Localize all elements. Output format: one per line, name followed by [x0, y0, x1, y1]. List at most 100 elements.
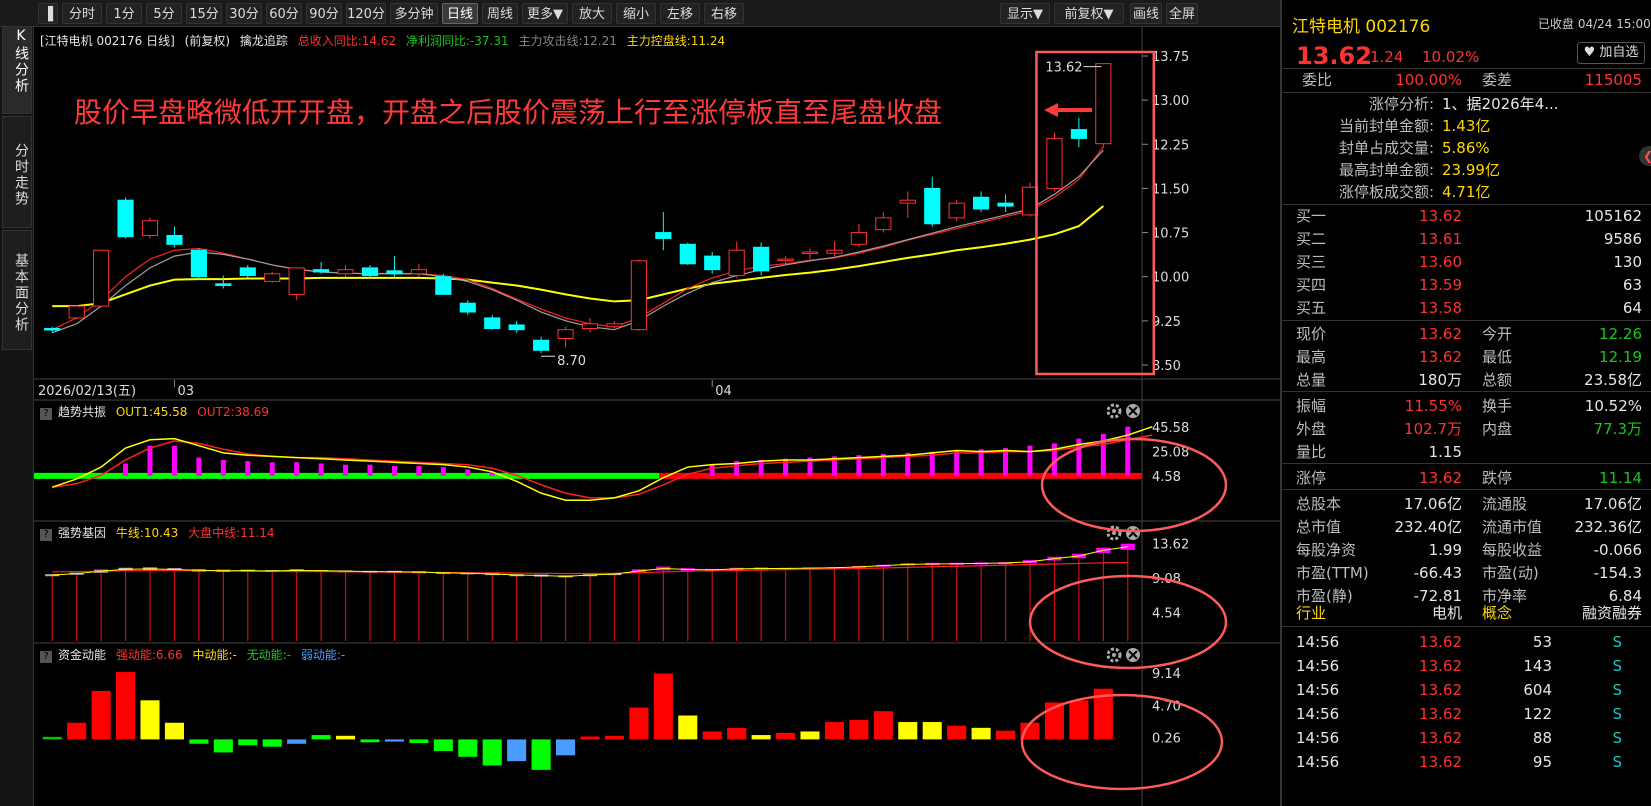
y-tick-label: 13.00 — [1152, 94, 1189, 109]
stat-value: 10.52% — [1584, 397, 1642, 415]
fund-momentum-panel: 9.144.700.26 — [42, 667, 1181, 770]
toolbar-right-button-3[interactable]: 全屏 — [1166, 3, 1198, 24]
y-tick-label: 13.75 — [1152, 50, 1189, 65]
bid-volume: 64 — [1622, 299, 1642, 317]
momentum-bar — [629, 707, 649, 740]
sub2-market: 大盘中线:11.14 — [188, 526, 275, 540]
quote-stat-row: 总量 180万 总额 23.58亿 — [1282, 368, 1651, 392]
settings-gear-icon[interactable] — [1106, 647, 1122, 663]
tick-row: 14:56 13.62 143 S — [1282, 654, 1651, 678]
bid-level-label: 买二 — [1296, 230, 1327, 248]
revenue-yoy: 总收入同比:14.62 — [297, 34, 397, 48]
y-tick-label: 9.14 — [1152, 667, 1181, 682]
industry-label: 行业 — [1296, 604, 1327, 622]
tick-side: S — [1612, 657, 1622, 675]
bid-price: 13.61 — [1419, 230, 1462, 248]
momentum-bar — [91, 690, 111, 740]
fundamental-row: 总股本 17.06亿 流通股 17.06亿 — [1282, 492, 1651, 516]
stat-label: 振幅 — [1296, 397, 1327, 415]
period-button-14[interactable]: 左移 — [660, 3, 700, 24]
period-button-4[interactable]: 30分 — [226, 3, 262, 24]
concept-label: 概念 — [1482, 604, 1513, 622]
help-icon[interactable]: ? — [40, 529, 52, 541]
sub2-name[interactable]: 强势基因 — [58, 526, 106, 540]
close-icon[interactable] — [1126, 648, 1140, 662]
stat-value: 23.58亿 — [1584, 371, 1642, 389]
period-button-2[interactable]: 5分 — [146, 3, 182, 24]
annotation-arrow-icon — [1044, 103, 1092, 117]
candle-body — [850, 232, 867, 245]
period-button-3[interactable]: 15分 — [186, 3, 222, 24]
momentum-bar — [678, 715, 698, 740]
momentum-bar — [898, 722, 918, 740]
candle-body — [581, 323, 599, 330]
bid-row: 买三 13.60 130 — [1282, 250, 1651, 274]
period-button-7[interactable]: 120分 — [346, 3, 386, 24]
momentum-bar — [800, 731, 820, 740]
period-button-5[interactable]: 60分 — [266, 3, 302, 24]
toolbar-right-button-1[interactable]: 前复权▼ — [1054, 3, 1124, 24]
momentum-bar — [262, 739, 282, 747]
help-icon[interactable]: ? — [40, 408, 52, 420]
limit-info-label: 当前封单金额: — [1338, 117, 1434, 135]
tick-volume: 53 — [1532, 633, 1552, 651]
momentum-bar — [531, 739, 551, 770]
price-change-pct: 10.02% — [1422, 48, 1480, 66]
close-icon[interactable] — [1126, 526, 1140, 540]
momentum-bar — [409, 739, 429, 744]
sub1-name[interactable]: 趋势共振 — [58, 405, 106, 419]
trend-bar — [220, 459, 226, 476]
settings-gear-icon[interactable] — [1106, 403, 1122, 419]
tick-side: S — [1612, 729, 1622, 747]
trend-bar — [318, 463, 324, 476]
divider — [1282, 320, 1651, 321]
quote-stat-row: 最高 13.62 最低 12.19 — [1282, 345, 1651, 369]
y-tick-label: 12.25 — [1152, 138, 1189, 153]
help-icon[interactable]: ? — [40, 651, 52, 663]
period-button-6[interactable]: 90分 — [306, 3, 342, 24]
tick-volume: 95 — [1532, 753, 1552, 771]
candle-body — [875, 217, 892, 231]
bid-price: 13.58 — [1419, 299, 1462, 317]
period-button-0[interactable]: 分时 — [62, 3, 102, 24]
period-button-12[interactable]: 放大 — [572, 3, 612, 24]
chart-area[interactable]: 13.75 13.00 12.25 11.50 10.75 10.00 9.25 8.50 13… — [34, 27, 1280, 806]
period-button-1[interactable]: 1分 — [106, 3, 142, 24]
bid-level-label: 买一 — [1296, 207, 1327, 225]
candle-body — [679, 243, 696, 265]
tick-volume: 122 — [1523, 705, 1552, 723]
sub1-out1: OUT1:45.58 — [115, 405, 188, 419]
close-icon[interactable] — [1126, 404, 1140, 418]
candle-body — [826, 249, 843, 254]
sub3-name[interactable]: 资金动能 — [58, 648, 106, 662]
tab-fundamentals[interactable]: 基本面分析 — [2, 230, 32, 350]
period-button-8[interactable]: 多分钟 — [390, 3, 438, 24]
stat-label: 流通市值 — [1482, 518, 1543, 536]
momentum-bar — [384, 739, 404, 742]
divider — [1282, 626, 1651, 627]
tick-time: 14:56 — [1296, 729, 1340, 747]
toolbar-right-button-0[interactable]: 显示▼ — [1000, 3, 1050, 24]
candle-body — [44, 328, 61, 331]
indicator-name[interactable]: 擒龙追踪 — [240, 34, 288, 48]
y-tick-label: 4.58 — [1152, 470, 1181, 485]
toolbar-right-button-2[interactable]: 画线 — [1130, 3, 1162, 24]
trend-bar — [391, 465, 397, 476]
period-button-10[interactable]: 周线 — [482, 3, 518, 24]
low-price-label: 8.70 — [557, 354, 586, 369]
period-button-9[interactable]: 日线 — [442, 3, 478, 24]
stock-app: K线分析 分时走势 基本面分析 ▐ 分时 1分 5分 15分 30分 60分 90分 120分… — [0, 0, 1651, 806]
stock-name[interactable]: 江特电机 002176 — [1292, 12, 1430, 37]
tab-intraday[interactable]: 分时走势 — [2, 116, 32, 228]
stat-label: 涨停 — [1296, 469, 1327, 487]
add-watchlist-button[interactable]: ♥ 加自选 — [1577, 42, 1645, 64]
momentum-bar — [1069, 700, 1089, 740]
bid-row: 买一 13.62 105162 — [1282, 204, 1651, 228]
period-button-11[interactable]: 更多▼ — [522, 3, 568, 24]
fundamental-row: 市盈(TTM) -66.43 市盈(动) -154.3 — [1282, 561, 1651, 585]
period-button-15[interactable]: 右移 — [704, 3, 744, 24]
tick-price: 13.62 — [1419, 681, 1462, 699]
toggle-panel-button[interactable]: ▐ — [38, 3, 58, 24]
period-button-13[interactable]: 缩小 — [616, 3, 656, 24]
momentum-bar — [67, 722, 87, 740]
